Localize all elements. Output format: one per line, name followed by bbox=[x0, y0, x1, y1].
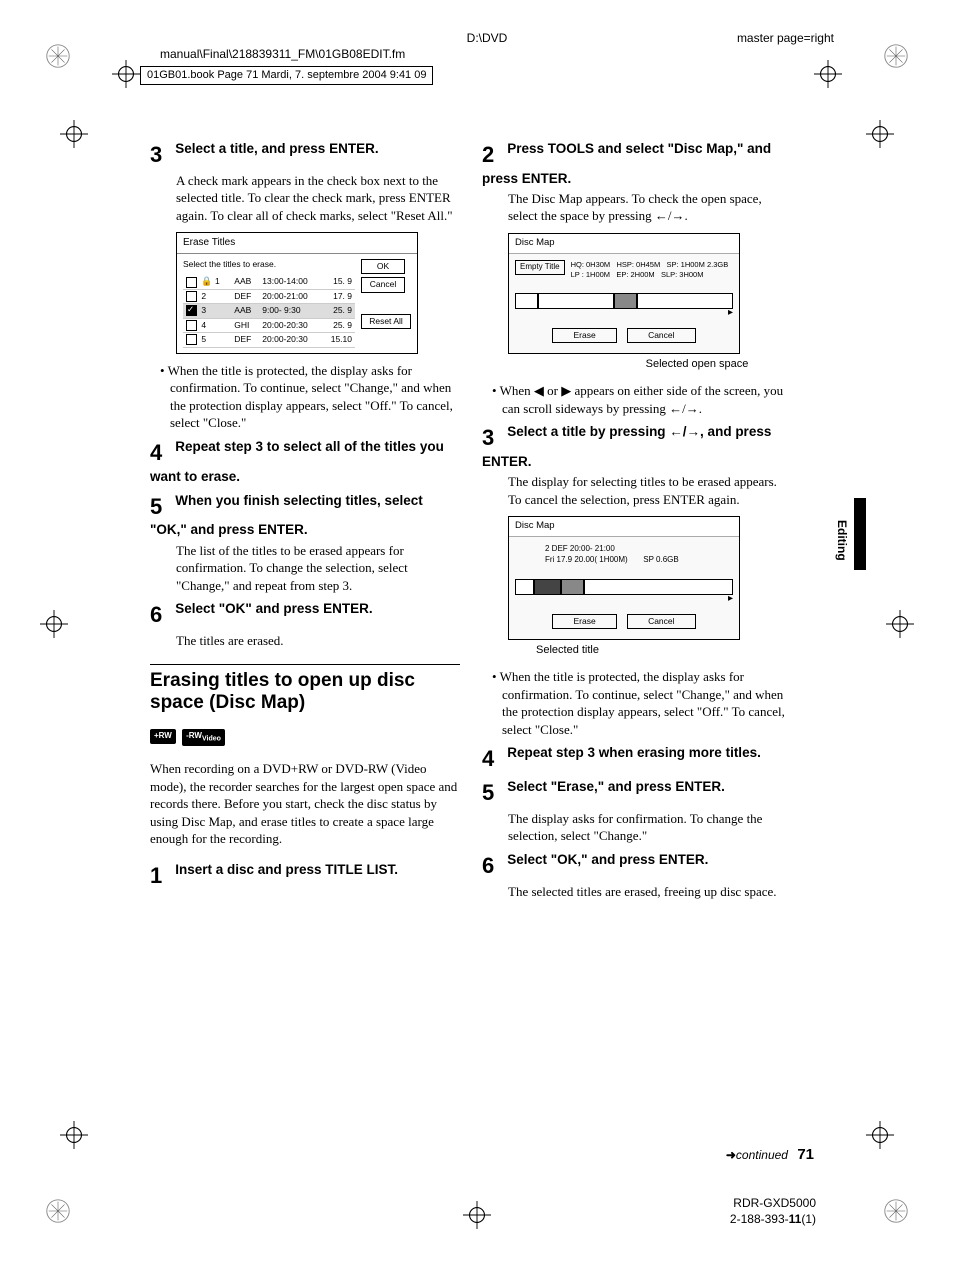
master-page-label: master page=right bbox=[737, 30, 834, 46]
page-number: 71 bbox=[797, 1146, 814, 1163]
step-4r-head: Repeat step 3 when erasing more titles. bbox=[507, 745, 761, 760]
page-header: D:\DVD master page=right manual\Final\21… bbox=[140, 30, 834, 85]
erase-titles-panel: Erase Titles Select the titles to erase.… bbox=[176, 232, 418, 353]
dm1-caption: Selected open space bbox=[602, 357, 792, 372]
step-number: 1 bbox=[150, 861, 172, 891]
disc-map-panel-1: Disc Map Empty Title HQ: 0H30M HSP: 0H45… bbox=[508, 233, 740, 354]
step-number: 2 bbox=[482, 140, 504, 170]
reg-mark bbox=[44, 42, 72, 70]
dm1-empty-label: Empty Title bbox=[515, 260, 565, 275]
cancel-button[interactable]: Cancel bbox=[361, 277, 405, 292]
step-3-note: • When the title is protected, the displ… bbox=[160, 362, 460, 432]
step-3r-body: The display for selecting titles to be e… bbox=[508, 473, 792, 508]
step-6r-head: Select "OK," and press ENTER. bbox=[507, 852, 708, 867]
step-3-body: A check mark appears in the check box ne… bbox=[176, 172, 460, 225]
table-row: ✓ 3AAB9:00- 9:3025. 9 bbox=[183, 304, 355, 318]
badge-minus-rw-video: -RWVideo bbox=[182, 729, 225, 746]
reset-all-button[interactable]: Reset All bbox=[361, 314, 411, 329]
header-path-1: D:\DVD bbox=[140, 30, 834, 46]
table-row: 5DEF20:00-20:3015.10 bbox=[183, 333, 355, 347]
step-6r-body: The selected titles are erased, freeing … bbox=[508, 883, 792, 901]
step-number: 5 bbox=[482, 778, 504, 808]
cross-mark bbox=[40, 610, 68, 638]
cross-mark bbox=[60, 120, 88, 148]
step-3r-head: Select a title by pressing ←/→, and pres… bbox=[482, 424, 771, 469]
section-tab-label: Editing bbox=[834, 520, 850, 561]
dm2-caption: Selected title bbox=[536, 643, 792, 658]
disc-map-panel-2: Disc Map 2 DEF 20:00- 21:00 Fri 17.9 20.… bbox=[508, 516, 740, 640]
step-number: 5 bbox=[150, 492, 172, 522]
dm2-cancel-button[interactable]: Cancel bbox=[627, 614, 695, 629]
cross-mark bbox=[112, 60, 140, 88]
cross-mark bbox=[463, 1201, 491, 1229]
right-column: 2 Press TOOLS and select "Disc Map," and… bbox=[482, 140, 792, 906]
step-5r-body: The display asks for confirmation. To ch… bbox=[508, 810, 792, 845]
step-2-head: Press TOOLS and select "Disc Map," and p… bbox=[482, 141, 771, 186]
title-table: 🔒 1AAB13:00-14:0015. 9 2DEF20:00-21:0017… bbox=[183, 274, 355, 347]
footer-model: RDR-GXD5000 bbox=[730, 1195, 816, 1211]
header-path-2: manual\Final\218839311_FM\01GB08EDIT.fm bbox=[160, 46, 834, 62]
step-5-head: When you finish selecting titles, select… bbox=[150, 493, 423, 538]
step-number: 6 bbox=[150, 600, 172, 630]
dm1-cancel-button[interactable]: Cancel bbox=[627, 328, 695, 343]
section-title: Erasing titles to open up disc space (Di… bbox=[150, 664, 460, 716]
book-line: 01GB01.book Page 71 Mardi, 7. septembre … bbox=[140, 66, 433, 85]
continued-indicator: ➜continued 71 bbox=[726, 1145, 814, 1165]
table-row: 4GHI20:00-20:3025. 9 bbox=[183, 318, 355, 332]
step-number: 6 bbox=[482, 851, 504, 881]
reg-mark bbox=[44, 1197, 72, 1225]
step-number: 4 bbox=[482, 744, 504, 774]
ok-button[interactable]: OK bbox=[361, 259, 405, 274]
cross-mark bbox=[886, 610, 914, 638]
page-footer: RDR-GXD5000 2-188-393-11(1) bbox=[730, 1195, 816, 1227]
step-6-body: The titles are erased. bbox=[176, 632, 460, 650]
reg-mark bbox=[882, 42, 910, 70]
dm2-erase-button[interactable]: Erase bbox=[552, 614, 616, 629]
badge-plus-rw: +RW bbox=[150, 729, 176, 744]
dm1-erase-button[interactable]: Erase bbox=[552, 328, 616, 343]
panel-title: Erase Titles bbox=[177, 233, 417, 254]
panel-instruction: Select the titles to erase. bbox=[183, 259, 355, 270]
step-3r-note: • When the title is protected, the displ… bbox=[492, 668, 792, 738]
cross-mark bbox=[866, 120, 894, 148]
dm2-title: Disc Map bbox=[509, 517, 739, 537]
arrow-right-icon: ➜ bbox=[726, 1148, 736, 1162]
step-5-body: The list of the titles to be erased appe… bbox=[176, 542, 460, 595]
step-number: 3 bbox=[482, 423, 504, 453]
step-number: 3 bbox=[150, 140, 172, 170]
step-2-note: • When ◀ or ▶ appears on either side of … bbox=[492, 382, 792, 417]
section-intro: When recording on a DVD+RW or DVD-RW (Vi… bbox=[150, 760, 460, 848]
step-4-head: Repeat step 3 to select all of the title… bbox=[150, 439, 444, 484]
step-1-head: Insert a disc and press TITLE LIST. bbox=[175, 862, 398, 877]
dm1-title: Disc Map bbox=[509, 234, 739, 254]
step-5r-head: Select "Erase," and press ENTER. bbox=[507, 779, 725, 794]
footer-code: 2-188-393-11(1) bbox=[730, 1211, 816, 1227]
table-row: 🔒 1AAB13:00-14:0015. 9 bbox=[183, 274, 355, 289]
step-2-body: The Disc Map appears. To check the open … bbox=[508, 190, 792, 225]
section-tab-bar bbox=[854, 498, 866, 570]
cross-mark bbox=[60, 1121, 88, 1149]
step-3-head: Select a title, and press ENTER. bbox=[175, 141, 378, 156]
table-row: 2DEF20:00-21:0017. 9 bbox=[183, 289, 355, 303]
cross-mark bbox=[866, 1121, 894, 1149]
reg-mark bbox=[882, 1197, 910, 1225]
left-column: 3 Select a title, and press ENTER. A che… bbox=[150, 140, 460, 906]
step-number: 4 bbox=[150, 438, 172, 468]
step-6-head: Select "OK" and press ENTER. bbox=[175, 601, 372, 616]
